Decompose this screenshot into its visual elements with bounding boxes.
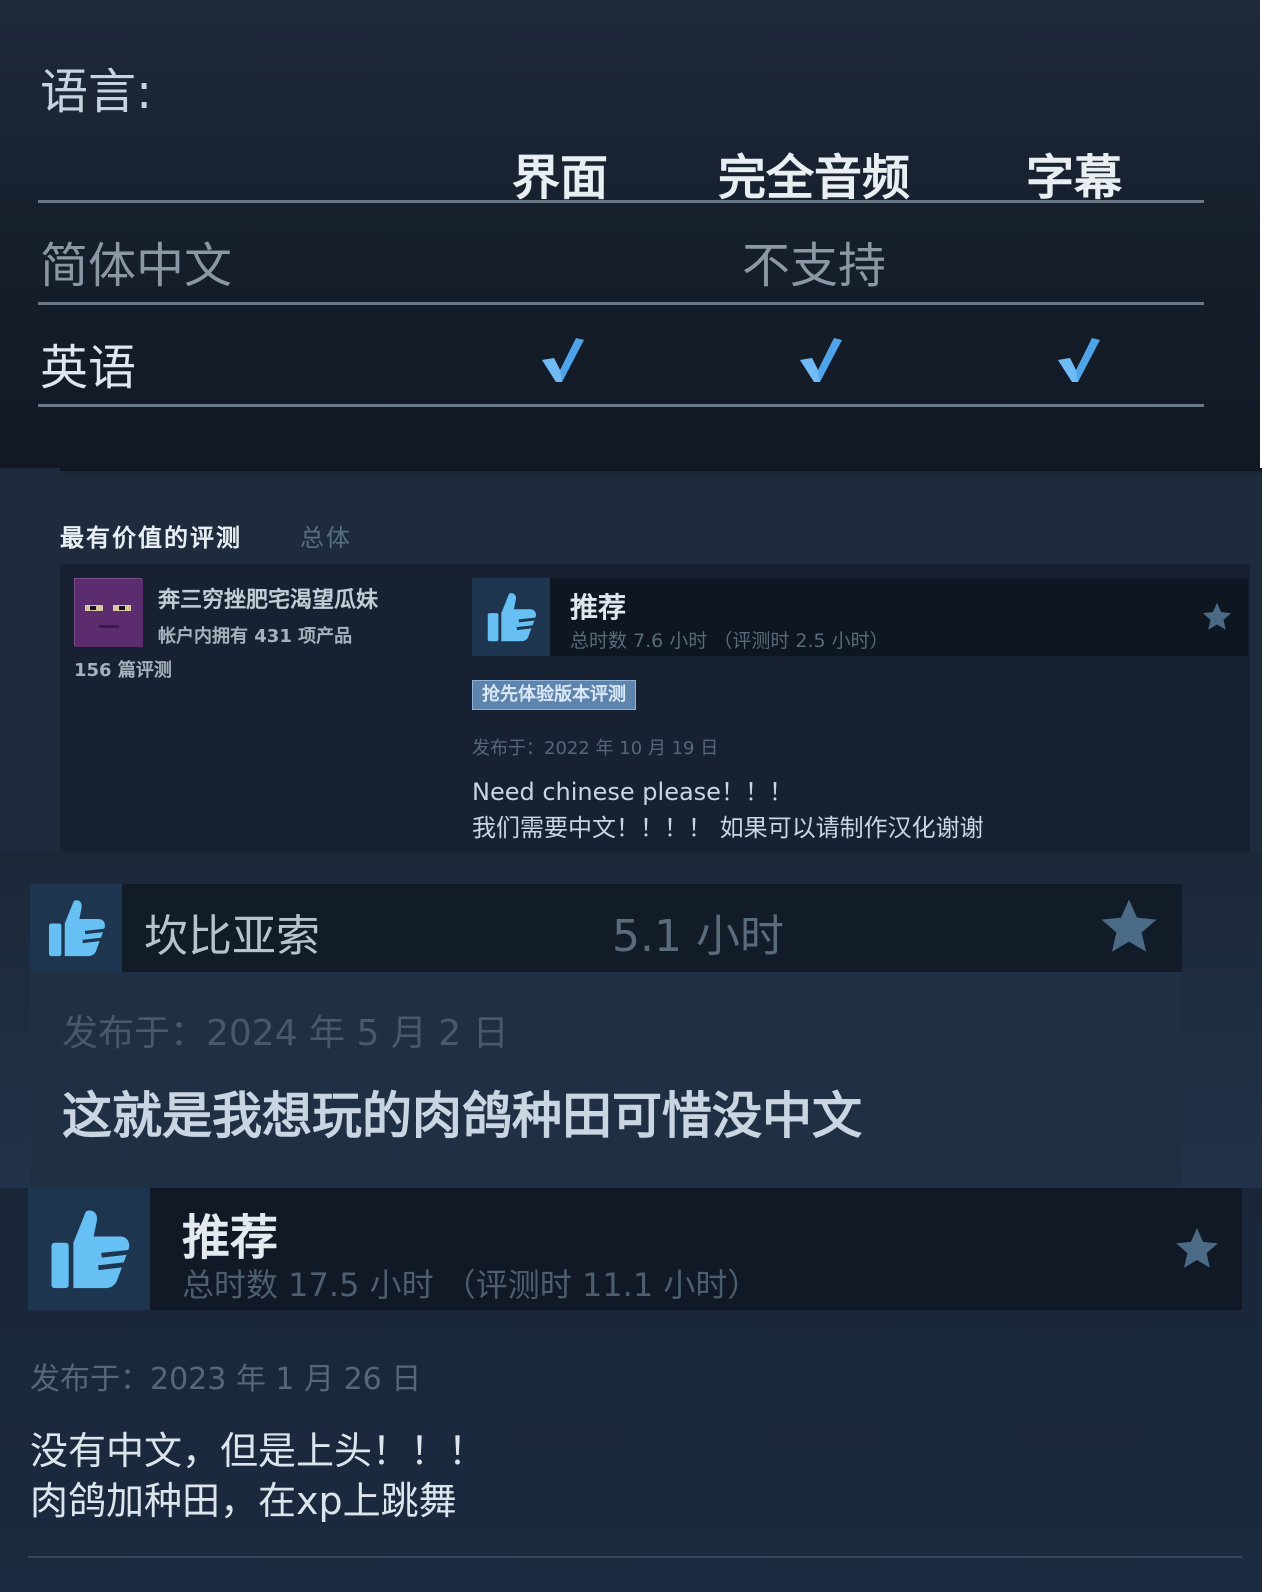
review-post-date: 发布于：2023 年 1 月 26 日 [30, 1362, 422, 1397]
review-post-date: 发布于：2024 年 5 月 2 日 [62, 1013, 509, 1054]
review-card: 奔三穷挫肥宅渴望瓜妹 帐户内拥有 431 项产品 156 篇评测 推荐 总时数 … [60, 564, 1250, 852]
review-body-line: Need chinese please！！！ [472, 778, 793, 806]
checkmark-icon [800, 338, 842, 382]
review-playtime: 总时数 17.5 小时 （评测时 11.1 小时） [182, 1266, 760, 1304]
divider [38, 200, 1204, 203]
thumbs-up-icon [472, 578, 550, 656]
review-header[interactable]: 坎比亚索 5.1 小时 [30, 884, 1182, 972]
review-verdict: 推荐 [182, 1210, 279, 1266]
review-playtime: 5.1 小时 [612, 911, 784, 962]
column-header-full-audio: 完全音频 [718, 150, 911, 206]
language-title: 语言: [40, 64, 153, 120]
thumbs-up-icon [30, 884, 122, 972]
language-table: 语言: 界面 完全音频 字幕 简体中文 不支持 英语 [0, 0, 1260, 468]
review-card: 推荐 总时数 17.5 小时 （评测时 11.1 小时） 发布于：2023 年 … [0, 1188, 1262, 1592]
author-products-owned[interactable]: 帐户内拥有 431 项产品 [158, 622, 352, 648]
review-body-line: 我们需要中文！！！！ 如果可以请制作汉化谢谢 [472, 814, 984, 842]
avatar[interactable] [74, 578, 143, 647]
divider [60, 468, 1262, 476]
language-unsupported-label: 不支持 [742, 238, 887, 294]
review-body-line: 没有中文，但是上头！！！ [30, 1429, 487, 1473]
divider [28, 1556, 1242, 1558]
filter-scope-link[interactable]: 总体 [300, 518, 352, 553]
review-header[interactable]: 推荐 总时数 17.5 小时 （评测时 11.1 小时） [28, 1188, 1242, 1310]
author-review-count[interactable]: 156 篇评测 [74, 656, 172, 682]
review-author-name[interactable]: 坎比亚索 [144, 900, 320, 964]
early-access-badge: 抢先体验版本评测 [472, 680, 636, 710]
checkmark-icon [1058, 338, 1100, 382]
divider [38, 404, 1204, 407]
thumbs-up-icon [28, 1188, 150, 1310]
column-header-subtitles: 字幕 [1026, 150, 1123, 206]
review-post-date: 发布于：2022 年 10 月 19 日 [472, 738, 719, 759]
most-helpful-reviews: 最有价值的评测 总体 奔三穷挫肥宅渴望瓜妹 帐户内拥有 431 项产品 156 … [0, 468, 1262, 852]
language-row-simplified-chinese: 简体中文 [40, 238, 233, 294]
star-icon[interactable] [1200, 600, 1234, 634]
divider [38, 302, 1204, 305]
review-author-name[interactable]: 奔三穷挫肥宅渴望瓜妹 [158, 582, 378, 614]
review-playtime: 总时数 7.6 小时 （评测时 2.5 小时） [570, 630, 889, 652]
review-card: 坎比亚索 5.1 小时 发布于：2024 年 5 月 2 日 这就是我想玩的肉鸽… [0, 852, 1262, 1188]
review-verdict: 推荐 [570, 591, 627, 624]
star-icon[interactable] [1172, 1224, 1222, 1274]
review-body-text: 这就是我想玩的肉鸽种田可惜没中文 [62, 1087, 862, 1145]
review-header[interactable]: 推荐 总时数 7.6 小时 （评测时 2.5 小时） [472, 578, 1248, 656]
section-heading: 最有价值的评测 [60, 524, 242, 552]
review-body-line: 肉鸽加种田，在xp上跳舞 [30, 1479, 457, 1523]
checkmark-icon [542, 338, 584, 382]
column-header-interface: 界面 [512, 150, 609, 206]
star-icon[interactable] [1096, 894, 1162, 960]
language-row-english: 英语 [40, 340, 137, 396]
